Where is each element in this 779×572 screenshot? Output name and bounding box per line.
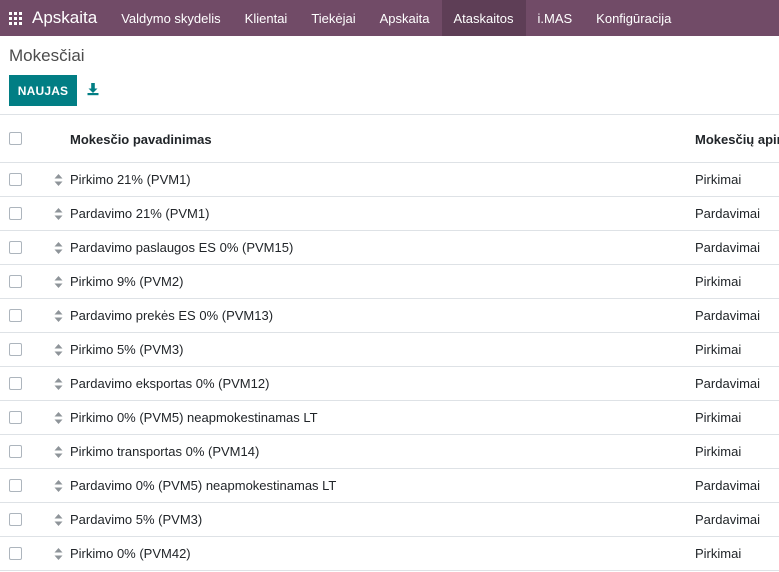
- tax-name-cell: Pirkimo 5% (PVM3): [70, 342, 184, 357]
- menu-ataskaitos[interactable]: Ataskaitos: [441, 0, 526, 36]
- table-header: Mokesčio pavadinimas Mokesčių apim: [0, 115, 779, 163]
- menu-konfiguracija[interactable]: Konfigūracija: [584, 0, 683, 36]
- tax-scope-cell: Pirkimai: [695, 342, 742, 357]
- row-checkbox[interactable]: [9, 479, 22, 492]
- tax-scope-cell: Pirkimai: [695, 274, 742, 289]
- drag-handle-icon[interactable]: [54, 513, 63, 527]
- table-body: Pirkimo 21% (PVM1) Pirkimai Pardavimo 21…: [0, 163, 779, 571]
- apps-menu-icon[interactable]: [0, 0, 26, 36]
- tax-name-cell: Pardavimo prekės ES 0% (PVM13): [70, 308, 274, 323]
- menu-apskaita[interactable]: Apskaita: [368, 0, 442, 36]
- tax-name-cell: Pardavimo 5% (PVM3): [70, 512, 203, 527]
- menu-imas[interactable]: i.MAS: [526, 0, 585, 36]
- row-checkbox[interactable]: [9, 309, 22, 322]
- tax-name-cell: Pardavimo 21% (PVM1): [70, 206, 210, 221]
- row-checkbox[interactable]: [9, 207, 22, 220]
- table-row[interactable]: Pardavimo paslaugos ES 0% (PVM15) Pardav…: [0, 231, 779, 265]
- table-row[interactable]: Pirkimo 21% (PVM1) Pirkimai: [0, 163, 779, 197]
- table-row[interactable]: Pirkimo 9% (PVM2) Pirkimai: [0, 265, 779, 299]
- column-header-name[interactable]: Mokesčio pavadinimas: [70, 132, 212, 147]
- table-row[interactable]: Pardavimo eksportas 0% (PVM12) Pardavima…: [0, 367, 779, 401]
- tax-scope-cell: Pardavimai: [695, 478, 761, 493]
- app-name[interactable]: Apskaita: [26, 0, 109, 36]
- tax-scope-cell: Pardavimai: [695, 376, 761, 391]
- tax-scope-cell: Pardavimai: [695, 206, 761, 221]
- tax-name-cell: Pardavimo 0% (PVM5) neapmokestinamas LT: [70, 478, 337, 493]
- row-checkbox[interactable]: [9, 547, 22, 560]
- tax-scope-cell: Pirkimai: [695, 444, 742, 459]
- row-checkbox[interactable]: [9, 445, 22, 458]
- table-row[interactable]: Pardavimo prekės ES 0% (PVM13) Pardavima…: [0, 299, 779, 333]
- drag-handle-icon[interactable]: [54, 309, 63, 323]
- row-checkbox[interactable]: [9, 513, 22, 526]
- drag-handle-icon[interactable]: [54, 275, 63, 289]
- tax-name-cell: Pardavimo paslaugos ES 0% (PVM15): [70, 240, 294, 255]
- drag-handle-icon[interactable]: [54, 343, 63, 357]
- tax-name-cell: Pirkimo 0% (PVM42): [70, 546, 191, 561]
- tax-scope-cell: Pardavimai: [695, 512, 761, 527]
- table-row[interactable]: Pirkimo 0% (PVM5) neapmokestinamas LT Pi…: [0, 401, 779, 435]
- row-checkbox[interactable]: [9, 241, 22, 254]
- drag-handle-icon[interactable]: [54, 479, 63, 493]
- drag-handle-icon[interactable]: [54, 547, 63, 561]
- tax-name-cell: Pardavimo eksportas 0% (PVM12): [70, 376, 270, 391]
- drag-handle-icon[interactable]: [54, 377, 63, 391]
- table-row[interactable]: Pirkimo transportas 0% (PVM14) Pirkimai: [0, 435, 779, 469]
- table-row[interactable]: Pardavimo 0% (PVM5) neapmokestinamas LT …: [0, 469, 779, 503]
- download-icon[interactable]: [86, 82, 100, 96]
- table-row[interactable]: Pirkimo 0% (PVM42) Pirkimai: [0, 537, 779, 571]
- new-button[interactable]: NAUJAS: [9, 75, 77, 106]
- drag-handle-icon[interactable]: [54, 445, 63, 459]
- taxes-table: Mokesčio pavadinimas Mokesčių apim Pirki…: [0, 114, 779, 572]
- drag-handle-icon[interactable]: [54, 241, 63, 255]
- table-row[interactable]: Pirkimo 5% (PVM3) Pirkimai: [0, 333, 779, 367]
- menu-valdymo-skydelis[interactable]: Valdymo skydelis: [109, 0, 232, 36]
- table-row[interactable]: Pardavimo 5% (PVM3) Pardavimai: [0, 503, 779, 537]
- tax-scope-cell: Pardavimai: [695, 308, 761, 323]
- top-navbar: Apskaita Valdymo skydelis Klientai Tiekė…: [0, 0, 779, 36]
- tax-name-cell: Pirkimo 9% (PVM2): [70, 274, 184, 289]
- drag-handle-icon[interactable]: [54, 207, 63, 221]
- row-checkbox[interactable]: [9, 173, 22, 186]
- tax-name-cell: Pirkimo transportas 0% (PVM14): [70, 444, 260, 459]
- tax-name-cell: Pirkimo 21% (PVM1): [70, 172, 191, 187]
- tax-scope-cell: Pardavimai: [695, 240, 761, 255]
- drag-handle-icon[interactable]: [54, 173, 63, 187]
- menu-tiekejai[interactable]: Tiekėjai: [299, 0, 367, 36]
- tax-scope-cell: Pirkimai: [695, 546, 742, 561]
- page-title: Mokesčiai: [9, 46, 85, 65]
- select-all-checkbox[interactable]: [9, 132, 22, 145]
- tax-scope-cell: Pirkimai: [695, 410, 742, 425]
- row-checkbox[interactable]: [9, 377, 22, 390]
- row-checkbox[interactable]: [9, 411, 22, 424]
- row-checkbox[interactable]: [9, 343, 22, 356]
- menu-klientai[interactable]: Klientai: [233, 0, 300, 36]
- row-checkbox[interactable]: [9, 275, 22, 288]
- drag-handle-icon[interactable]: [54, 411, 63, 425]
- tax-name-cell: Pirkimo 0% (PVM5) neapmokestinamas LT: [70, 410, 318, 425]
- column-header-scope[interactable]: Mokesčių apim: [695, 132, 779, 147]
- tax-scope-cell: Pirkimai: [695, 172, 742, 187]
- table-row[interactable]: Pardavimo 21% (PVM1) Pardavimai: [0, 197, 779, 231]
